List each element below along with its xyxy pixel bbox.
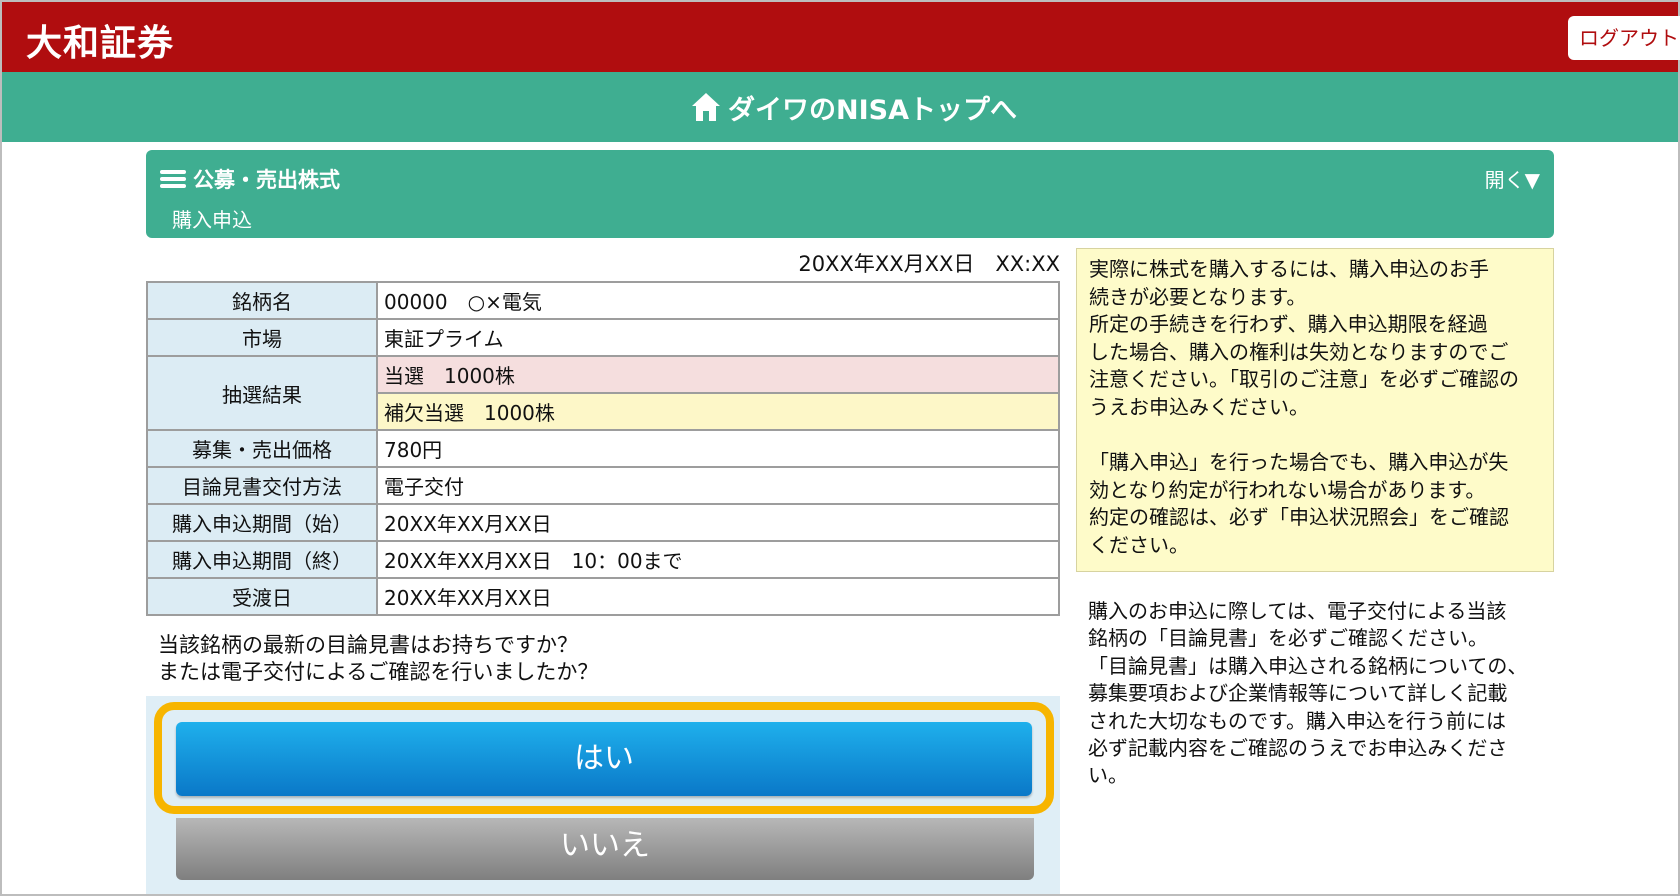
notice-line: 続きが必要となります。 — [1089, 284, 1307, 309]
top-header: 大和証券 — [2, 2, 1678, 72]
current-datetime: 20XX年XX月XX日 XX:XX — [798, 252, 1060, 276]
table-row: 抽選結果 当選 1000株 — [146, 355, 1060, 431]
table-row: 市場 東証プライム — [146, 318, 1060, 357]
notice-line: した場合、購入の権利は失効となりますのでご — [1089, 339, 1509, 364]
table-label: 抽選結果 — [146, 355, 378, 431]
notice-line: ください。 — [1089, 532, 1189, 557]
open-toggle-button[interactable]: 開く▼ — [1485, 164, 1540, 193]
table-label: 購入申込期間（始） — [146, 503, 378, 542]
table-label: 市場 — [146, 318, 378, 357]
table-label: 購入申込期間（終） — [146, 540, 378, 579]
nisa-top-link[interactable]: ダイワのNISAトップへ — [690, 86, 1017, 128]
info-line: 必ず記載内容をご確認のうえでお申込みくださ — [1088, 736, 1508, 761]
notice-line: うえお申込みください。 — [1089, 394, 1309, 419]
info-line: 「目論見書」は購入申込される銘柄についての、 — [1088, 653, 1528, 678]
info-line: 購入のお申込に際しては、電子交付による当該 — [1088, 599, 1507, 623]
table-label: 銘柄名 — [146, 281, 378, 320]
notice-line: 実際に株式を購入するには、購入申込のお手 — [1089, 257, 1489, 281]
table-row: 購入申込期間（始） 20XX年XX月XX日 — [146, 503, 1060, 542]
table-value: 20XX年XX月XX日 — [376, 577, 1060, 616]
info-line: い。 — [1088, 763, 1128, 788]
brand-logo[interactable]: 大和証券 — [26, 14, 174, 66]
table-row: 受渡日 20XX年XX月XX日 — [146, 577, 1060, 616]
table-row: 募集・売出価格 780円 — [146, 429, 1060, 468]
table-label: 募集・売出価格 — [146, 429, 378, 468]
stock-info-table: 銘柄名 00000 ○×電気 市場 東証プライム 抽選結果 当選 1000株 補… — [146, 281, 1060, 616]
hamburger-icon[interactable] — [160, 167, 186, 191]
page-title: 購入申込 — [172, 208, 252, 232]
lottery-subwin-value: 補欠当選 1000株 — [376, 392, 1060, 431]
table-row: 購入申込期間（終） 20XX年XX月XX日 10：00まで — [146, 540, 1060, 579]
table-value: 20XX年XX月XX日 10：00まで — [376, 540, 1060, 579]
purchase-notice-box: 実際に株式を購入するには、購入申込のお手 続きが必要となります。 所定の手続きを… — [1076, 248, 1554, 572]
info-line: 銘柄の「目論見書」を必ずご確認ください。 — [1088, 626, 1488, 651]
notice-spacer — [1089, 422, 1541, 450]
nisa-top-link-label: ダイワのNISAトップへ — [728, 94, 1017, 126]
question-line: 当該銘柄の最新の目論見書はお持ちですか？ — [158, 633, 578, 657]
section-title-row[interactable]: 公募・売出株式 — [160, 164, 340, 194]
table-label: 受渡日 — [146, 577, 378, 616]
logout-button[interactable]: ログアウト — [1568, 16, 1680, 60]
table-label: 目論見書交付方法 — [146, 466, 378, 505]
notice-line: 約定の確認は、必ず「申込状況照会」をご確認 — [1089, 505, 1509, 530]
table-value: 東証プライム — [376, 318, 1060, 357]
section-title: 公募・売出株式 — [193, 168, 340, 192]
section-header: 公募・売出株式 購入申込 開く▼ — [146, 150, 1554, 238]
home-icon — [692, 93, 720, 121]
info-line: 募集要項および企業情報等について詳しく記載 — [1088, 681, 1508, 706]
nisa-nav-bar: ダイワのNISAトップへ — [2, 72, 1678, 142]
table-row: 銘柄名 00000 ○×電気 — [146, 281, 1060, 320]
yes-button[interactable]: はい — [176, 722, 1032, 796]
table-value: 電子交付 — [376, 466, 1060, 505]
prospectus-question: 当該銘柄の最新の目論見書はお持ちですか？ または電子交付によるご確認を行いました… — [158, 632, 598, 686]
no-button[interactable]: いいえ — [176, 818, 1034, 880]
notice-line: 「購入申込」を行った場合でも、購入申込が失 — [1089, 450, 1509, 475]
table-value: 20XX年XX月XX日 — [376, 503, 1060, 542]
notice-line: 所定の手続きを行わず、購入申込期限を経過 — [1089, 312, 1488, 337]
table-value: 00000 ○×電気 — [376, 281, 1060, 320]
notice-line: 効となり約定が行われない場合があります。 — [1089, 477, 1486, 502]
table-row: 目論見書交付方法 電子交付 — [146, 466, 1060, 505]
prospectus-info-text: 購入のお申込に際しては、電子交付による当該 銘柄の「目論見書」を必ずご確認くださ… — [1088, 598, 1548, 790]
info-line: された大切なものです。購入申込を行う前には — [1088, 708, 1506, 733]
table-value: 780円 — [376, 429, 1060, 468]
question-line: または電子交付によるご確認を行いましたか？ — [158, 660, 599, 684]
lottery-win-value: 当選 1000株 — [376, 355, 1060, 394]
notice-line: 注意ください。「取引のご注意」を必ずご確認の — [1089, 367, 1519, 392]
